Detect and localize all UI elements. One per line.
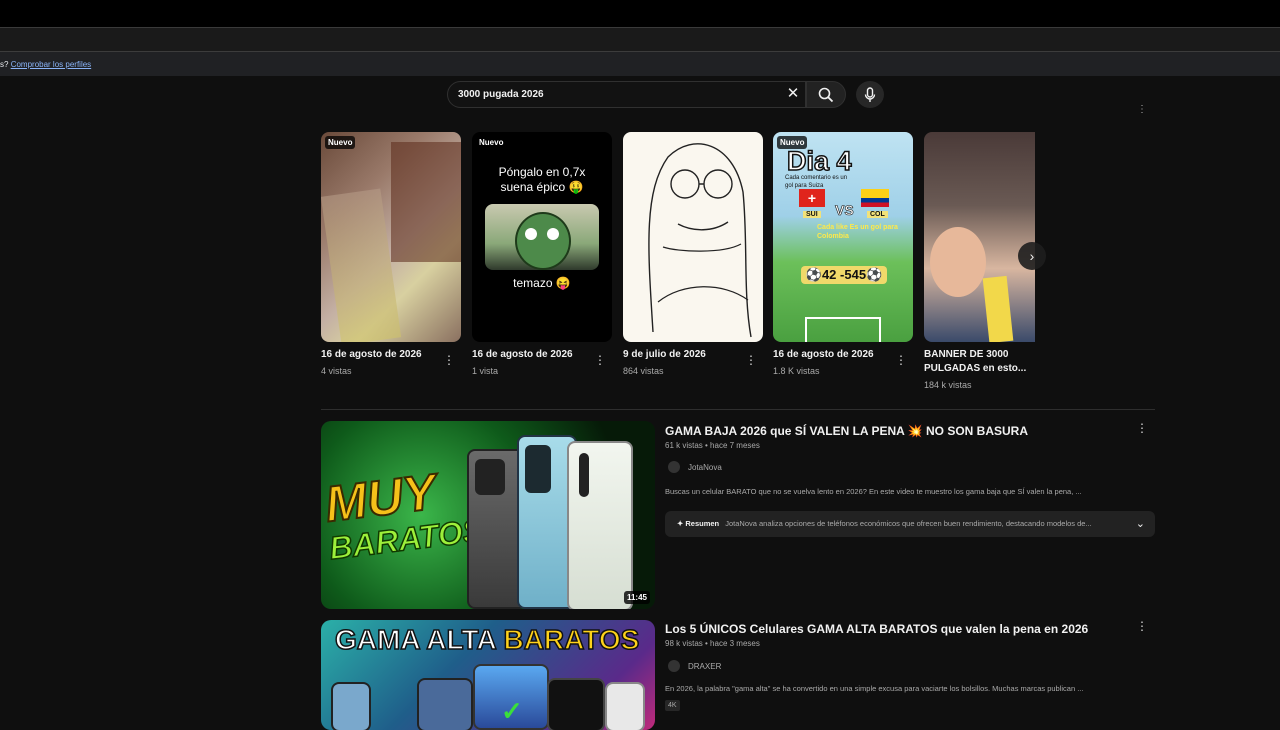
- phone-image: [547, 678, 605, 730]
- video-description: Buscas un celular BARATO que no se vuelv…: [665, 487, 1082, 496]
- quality-badge: 4K: [665, 700, 680, 711]
- short-title[interactable]: 16 de agosto de 2026: [773, 348, 888, 362]
- short-views: 184 k vistas: [924, 380, 972, 390]
- channel-avatar: [668, 660, 680, 672]
- window-top-bar: [0, 0, 1280, 27]
- new-badge: Nuevo: [476, 136, 507, 149]
- more-options-icon[interactable]: ⋮: [895, 353, 907, 367]
- versus-label: VS: [835, 202, 854, 219]
- channel-name: JotaNova: [688, 462, 722, 472]
- tape-measure: [982, 275, 1014, 342]
- microphone-icon: [864, 86, 876, 102]
- summary-text: JotaNova analiza opciones de teléfonos e…: [725, 519, 1092, 528]
- short-thumbnail[interactable]: Nuevo: [321, 132, 461, 342]
- team-b-label: COL: [867, 211, 888, 218]
- phone-image: [331, 682, 371, 730]
- channel-name: DRAXER: [688, 661, 722, 671]
- chevron-right-icon: ›: [1029, 248, 1035, 264]
- voice-search-button[interactable]: [856, 81, 884, 108]
- short-views: 864 vistas: [623, 366, 664, 376]
- short-views: 1 vista: [472, 366, 499, 376]
- phone-image: [567, 441, 633, 609]
- search-input[interactable]: 3000 pugada 2026: [447, 81, 806, 108]
- short-views: 1.8 K vistas: [773, 366, 820, 376]
- shorts-more-icon[interactable]: ⋮: [1137, 104, 1147, 115]
- short-title[interactable]: 16 de agosto de 2026: [321, 348, 436, 362]
- phone-image: [417, 678, 473, 730]
- short-thumbnail[interactable]: [623, 132, 763, 342]
- sketch-drawing: [648, 143, 752, 338]
- score-display: ⚽42 -545⚽: [801, 266, 887, 284]
- more-options-icon[interactable]: ⋮: [1136, 619, 1148, 633]
- goal-net: [805, 317, 881, 342]
- infobar-prefix: s?: [0, 60, 9, 69]
- clear-search-icon[interactable]: ✕: [785, 86, 801, 102]
- cartoon-image: [485, 204, 599, 270]
- shorts-next-button[interactable]: ›: [1018, 242, 1046, 270]
- phone-image: [605, 682, 645, 730]
- short-overlay-text: Cada like Es un gol para Colombia: [817, 224, 898, 240]
- search-icon: [818, 87, 834, 102]
- blurred-figure: [321, 188, 402, 342]
- chevron-down-icon[interactable]: ⌄: [1136, 517, 1145, 530]
- channel-link[interactable]: JotaNova: [668, 461, 722, 473]
- short-thumbnail[interactable]: Nuevo Póngalo en 0,7x suena épico 🤑 tema…: [472, 132, 612, 342]
- short-title[interactable]: BANNER DE 3000 PULGADAS en esto...: [924, 348, 1039, 376]
- short-thumbnail[interactable]: Nuevo Dia 4 Cada comentario es un gol pa…: [773, 132, 913, 342]
- more-options-icon[interactable]: ⋮: [594, 353, 606, 367]
- short-overlay-text: Cada comentario es un gol para Suiza: [785, 175, 848, 189]
- video-meta: 98 k vistas • hace 3 meses: [665, 639, 760, 648]
- video-title[interactable]: GAMA BAJA 2026 que SÍ VALEN LA PENA 💥 NO…: [665, 424, 1028, 438]
- summary-label: ✦ Resumen: [677, 519, 720, 528]
- short-overlay-title: Dia 4: [786, 145, 852, 177]
- more-options-icon[interactable]: ⋮: [443, 353, 455, 367]
- video-description: En 2026, la palabra "gama alta" se ha co…: [665, 684, 1084, 693]
- channel-link[interactable]: DRAXER: [668, 660, 721, 672]
- more-options-icon[interactable]: ⋮: [745, 353, 757, 367]
- checkmark-icon: ✓: [501, 696, 523, 726]
- video-thumbnail[interactable]: GAMA ALTA BARATOS ✓: [321, 620, 655, 730]
- search-button[interactable]: [806, 81, 846, 108]
- phone-image: ✓: [473, 664, 549, 730]
- short-title[interactable]: 16 de agosto de 2026: [472, 348, 587, 362]
- video-meta: 61 k vistas • hace 7 meses: [665, 441, 760, 450]
- furniture-shape: [391, 142, 461, 262]
- short-overlay-text: temazo 😝: [513, 276, 571, 290]
- short-overlay-text: Póngalo en 0,7x suena épico 🤑: [498, 165, 586, 194]
- short-thumbnail[interactable]: [924, 132, 1035, 342]
- video-title[interactable]: Los 5 ÚNICOS Celulares GAMA ALTA BARATOS…: [665, 622, 1088, 636]
- short-views: 4 vistas: [321, 366, 352, 376]
- video-thumbnail[interactable]: MUY BARATOS 11:45: [321, 421, 655, 609]
- channel-avatar: [668, 461, 680, 473]
- ai-summary[interactable]: ✦ Resumen JotaNova analiza opciones de t…: [665, 511, 1155, 537]
- profile-infobar: s? Comprobar los perfiles: [0, 51, 1280, 76]
- person-face: [930, 227, 986, 297]
- colombia-flag-icon: [861, 189, 889, 207]
- check-profiles-link[interactable]: Comprobar los perfiles: [11, 60, 91, 69]
- team-a-label: SUI: [803, 211, 821, 218]
- section-divider: [321, 409, 1155, 410]
- more-options-icon[interactable]: ⋮: [1136, 421, 1148, 435]
- switzerland-flag-icon: +: [799, 189, 825, 207]
- new-badge: Nuevo: [325, 136, 356, 149]
- browser-toolbar: [0, 27, 1280, 51]
- video-duration: 11:45: [623, 591, 650, 604]
- short-title[interactable]: 9 de julio de 2026: [623, 348, 738, 362]
- thumbnail-text: GAMA ALTA BARATOS: [334, 623, 640, 656]
